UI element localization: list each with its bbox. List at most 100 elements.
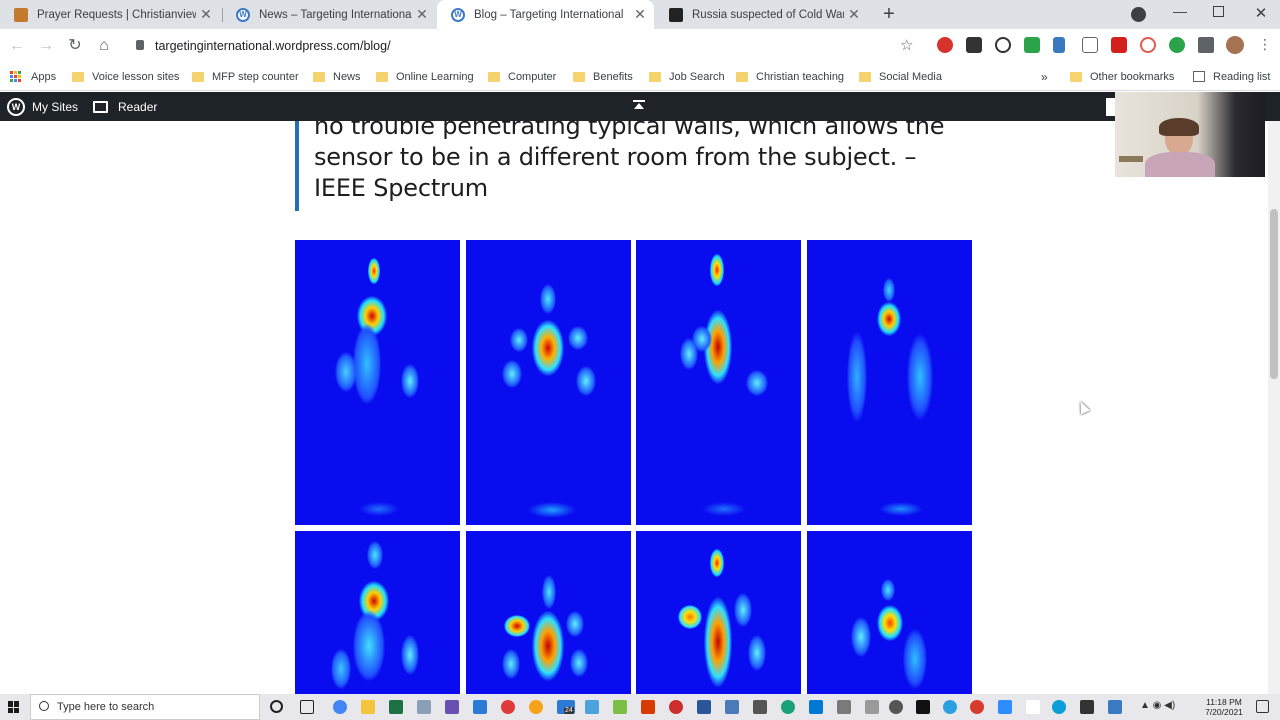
- app-icon[interactable]: [1026, 700, 1040, 714]
- heat-blob: [528, 502, 576, 518]
- close-tab-icon[interactable]: ✕: [196, 6, 216, 23]
- new-tab-button[interactable]: +: [878, 4, 900, 26]
- calendar-icon[interactable]: [473, 700, 487, 714]
- bookmarks-overflow-button[interactable]: »: [1041, 68, 1048, 85]
- firefox-icon[interactable]: [529, 700, 543, 714]
- my-sites-label: My Sites: [32, 99, 79, 114]
- forward-button[interactable]: →: [35, 35, 57, 57]
- app-icon[interactable]: [613, 700, 627, 714]
- page-scrollbar[interactable]: [1268, 121, 1280, 694]
- bookmark-social-media[interactable]: Social Media: [859, 68, 942, 85]
- grammar-extension-icon[interactable]: [1169, 37, 1185, 53]
- tab-news[interactable]: W News – Targeting International ✕: [222, 0, 436, 29]
- taskbar-search-box[interactable]: Type here to search: [30, 694, 260, 720]
- bookmark-benefits[interactable]: Benefits: [573, 68, 633, 85]
- bookmark-online-learning[interactable]: Online Learning: [376, 68, 474, 85]
- outlook-icon[interactable]: [809, 700, 823, 714]
- app-icon[interactable]: [725, 700, 739, 714]
- telegram-icon[interactable]: [943, 700, 957, 714]
- flash-extension-icon[interactable]: [1111, 37, 1127, 53]
- edge-browser-icon[interactable]: [1052, 700, 1066, 714]
- calculator-app-icon[interactable]: [417, 700, 431, 714]
- browser-menu-icon[interactable]: ⋮: [1258, 36, 1272, 53]
- reading-list-icon: [1193, 71, 1205, 82]
- bookmark-job-search[interactable]: Job Search: [649, 68, 725, 85]
- heat-blob: [903, 629, 927, 689]
- camera-icon[interactable]: [865, 700, 879, 714]
- zoom-extension-icon[interactable]: [995, 37, 1011, 53]
- bookmark-computer[interactable]: Computer: [488, 68, 556, 85]
- app-icon[interactable]: [501, 700, 515, 714]
- zoom-app-icon[interactable]: [998, 700, 1012, 714]
- calculator-icon[interactable]: [1053, 37, 1065, 53]
- app-icon[interactable]: [1108, 700, 1122, 714]
- mouse-cursor: [1075, 399, 1091, 415]
- bookmark-mfp[interactable]: MFP step counter: [192, 68, 299, 85]
- page-content: no trouble penetrating typical walls, wh…: [0, 121, 1268, 694]
- blocker-extension-icon[interactable]: [1140, 37, 1156, 53]
- reader-menu[interactable]: Reader: [93, 92, 157, 121]
- heat-blob: [710, 549, 724, 577]
- heat-blob: [331, 649, 351, 689]
- task-view-icon[interactable]: [300, 700, 314, 714]
- taskbar-clock[interactable]: 11:18 PM 7/20/2021: [1200, 697, 1248, 717]
- app-icon[interactable]: [837, 700, 851, 714]
- app-icon[interactable]: [753, 700, 767, 714]
- close-window-button[interactable]: ✕: [1253, 4, 1269, 22]
- tab-search-icon[interactable]: [1131, 7, 1146, 22]
- folder-icon: [313, 71, 325, 82]
- tab-prayer-requests[interactable]: Prayer Requests | Christianview.b ✕: [0, 0, 220, 29]
- cortana-icon[interactable]: [270, 700, 283, 713]
- address-bar[interactable]: targetinginternational.wordpress.com/blo…: [128, 32, 928, 60]
- bookmark-news[interactable]: News: [313, 68, 361, 85]
- tab-title: Prayer Requests | Christianview.b: [37, 8, 196, 21]
- checkmark-extension-icon[interactable]: [1024, 37, 1040, 53]
- bookmark-christian-teaching[interactable]: Christian teaching: [736, 68, 844, 85]
- tab-blog[interactable]: W Blog – Targeting International ✕: [437, 0, 654, 29]
- scrollbar-thumb[interactable]: [1270, 209, 1278, 379]
- notification-center-icon[interactable]: [1256, 700, 1269, 713]
- close-tab-icon[interactable]: ✕: [412, 6, 432, 23]
- app-icon[interactable]: [970, 700, 984, 714]
- close-tab-icon[interactable]: ✕: [630, 6, 650, 23]
- word-icon[interactable]: [697, 700, 711, 714]
- home-button[interactable]: ⌂: [93, 35, 115, 57]
- settings-gear-icon[interactable]: [889, 700, 903, 714]
- windows-start-icon[interactable]: [8, 701, 20, 713]
- my-sites-menu[interactable]: W My Sites: [7, 92, 78, 121]
- reading-list[interactable]: Reading list: [1193, 68, 1270, 85]
- chrome-icon[interactable]: [333, 700, 347, 714]
- app-icon[interactable]: [445, 700, 459, 714]
- bookmark-star-icon[interactable]: ☆: [900, 36, 913, 54]
- edge-icon[interactable]: [781, 700, 795, 714]
- other-bookmarks[interactable]: Other bookmarks: [1070, 68, 1174, 85]
- app-icon[interactable]: [585, 700, 599, 714]
- close-tab-icon[interactable]: ✕: [844, 6, 864, 23]
- adblock-plus-icon[interactable]: [937, 37, 953, 53]
- app-icon[interactable]: [669, 700, 683, 714]
- app-icon[interactable]: [916, 700, 930, 714]
- heat-blob: [570, 649, 588, 677]
- tray-icons[interactable]: ▲ ◉ ◀): [1140, 700, 1175, 711]
- bookmark-voice-lessons[interactable]: Voice lesson sites: [72, 68, 179, 85]
- collapse-arrow-icon[interactable]: [633, 100, 646, 110]
- file-explorer-icon[interactable]: [361, 700, 375, 714]
- reload-button[interactable]: ↻: [64, 35, 86, 57]
- store-icon[interactable]: [1080, 700, 1094, 714]
- heat-blob: [847, 332, 867, 422]
- extensions-puzzle-icon[interactable]: [1198, 37, 1214, 53]
- profile-avatar[interactable]: [1226, 36, 1244, 54]
- office-icon[interactable]: [641, 700, 655, 714]
- screenshot-extension-icon[interactable]: [1082, 37, 1098, 53]
- excel-icon[interactable]: [389, 700, 403, 714]
- maximize-button[interactable]: [1213, 6, 1224, 17]
- bookmark-apps[interactable]: Apps: [10, 68, 56, 85]
- mail-icon[interactable]: 24: [557, 700, 575, 714]
- minimize-button[interactable]: —: [1172, 3, 1188, 19]
- tab-russia[interactable]: Russia suspected of Cold War-st ✕: [655, 0, 868, 29]
- heat-blob: [877, 605, 903, 641]
- folder-icon: [649, 71, 661, 82]
- bookmark-label: Apps: [31, 70, 57, 83]
- extension-icon[interactable]: [966, 37, 982, 53]
- back-button[interactable]: ←: [6, 35, 28, 57]
